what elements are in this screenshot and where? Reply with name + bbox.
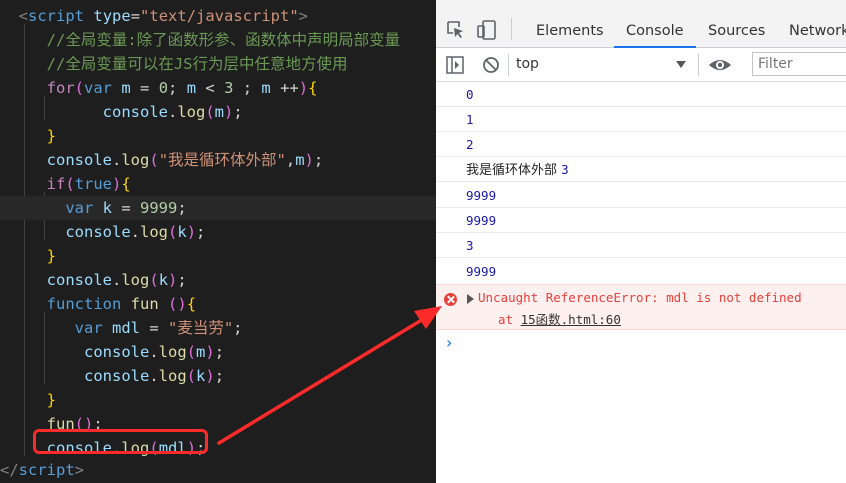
console-prompt[interactable]: › — [446, 333, 452, 352]
devtools-panel: Elements Console Sources Network top Fil… — [436, 0, 846, 483]
expand-triangle-icon[interactable] — [467, 294, 474, 304]
log-value: 9999 — [466, 188, 497, 203]
toolbar-separator — [508, 54, 509, 76]
code-line-13: function fun (){ — [46, 295, 197, 313]
code-line-4: for(var m = 0; m < 3 ; m ++){ — [46, 79, 318, 97]
code-line-17: } — [46, 391, 57, 409]
toolbar-separator — [698, 54, 699, 76]
error-source-link[interactable]: 15函数.html:60 — [521, 312, 621, 327]
console-message: 我是循环体外部 3 — [436, 157, 846, 182]
code-line-10: console.log(k); — [65, 223, 206, 241]
log-value: 9999 — [466, 264, 497, 279]
console-message: 9999 — [436, 183, 846, 208]
code-line-7: console.log("我是循环体外部",m); — [46, 151, 324, 169]
code-line-11: } — [46, 247, 57, 265]
annotation-highlight-box — [33, 429, 208, 454]
code-line-6: } — [46, 127, 57, 145]
code-line-5: console.log(m); — [102, 103, 243, 121]
filter-input[interactable]: Filter — [752, 52, 846, 76]
console-error-message: Uncaught ReferenceError: mdl is not defi… — [436, 284, 846, 330]
log-value: 我是循环体外部 3 — [466, 162, 569, 178]
console-message: 1 — [436, 107, 846, 132]
log-value: 0 — [466, 87, 474, 102]
error-text: Uncaught ReferenceError: mdl is not defi… — [478, 290, 802, 305]
console-message: 3 — [436, 233, 846, 258]
chevron-down-icon[interactable] — [676, 61, 686, 68]
log-value: 3 — [466, 238, 474, 253]
tabbar-separator — [511, 18, 512, 40]
clear-console-icon[interactable] — [482, 56, 500, 74]
code-line-16: console.log(k); — [84, 367, 225, 385]
code-line-14: var mdl = "麦当劳"; — [74, 319, 243, 337]
code-line-12: console.log(k); — [46, 271, 187, 289]
context-selector[interactable]: top — [516, 48, 539, 81]
tab-network[interactable]: Network — [789, 0, 846, 47]
error-stack-line: at 15函数.html:60 — [498, 312, 621, 327]
inspect-element-icon[interactable] — [446, 20, 466, 40]
log-value: 9999 — [466, 213, 497, 228]
log-value: 1 — [466, 112, 474, 127]
devtools-tabbar: Elements Console Sources Network — [436, 0, 846, 48]
code-line-1: <script type="text/javascript"> — [18, 7, 309, 25]
log-value: 2 — [466, 137, 474, 152]
code-line-9: var k = 9999; — [0, 196, 436, 220]
console-output: 0 1 2 我是循环体外部 3 9999 9999 3 9999 Uncaugh… — [436, 82, 846, 483]
tab-console[interactable]: Console — [614, 0, 696, 48]
console-toolbar: top Filter — [436, 48, 846, 82]
code-editor[interactable]: <script type="text/javascript"> //全局变量:除… — [0, 0, 436, 483]
console-message: 2 — [436, 132, 846, 157]
console-message: 0 — [436, 82, 846, 107]
tab-sources[interactable]: Sources — [708, 0, 765, 47]
error-icon — [444, 293, 457, 306]
console-message: 9999 — [436, 208, 846, 233]
live-expression-eye-icon[interactable] — [708, 56, 732, 74]
code-line-20: </script> — [0, 461, 85, 479]
code-line-15: console.log(m); — [84, 343, 225, 361]
console-message: 9999 — [436, 259, 846, 284]
code-line-2: //全局变量:除了函数形参、函数体中声明局部变量 — [46, 31, 401, 49]
device-toolbar-icon[interactable] — [476, 19, 498, 41]
code-line-8: if(true){ — [46, 175, 131, 193]
tab-elements[interactable]: Elements — [536, 0, 604, 47]
console-sidebar-icon[interactable] — [446, 56, 464, 74]
code-line-3: //全局变量可以在JS行为层中任意地方使用 — [46, 55, 348, 73]
